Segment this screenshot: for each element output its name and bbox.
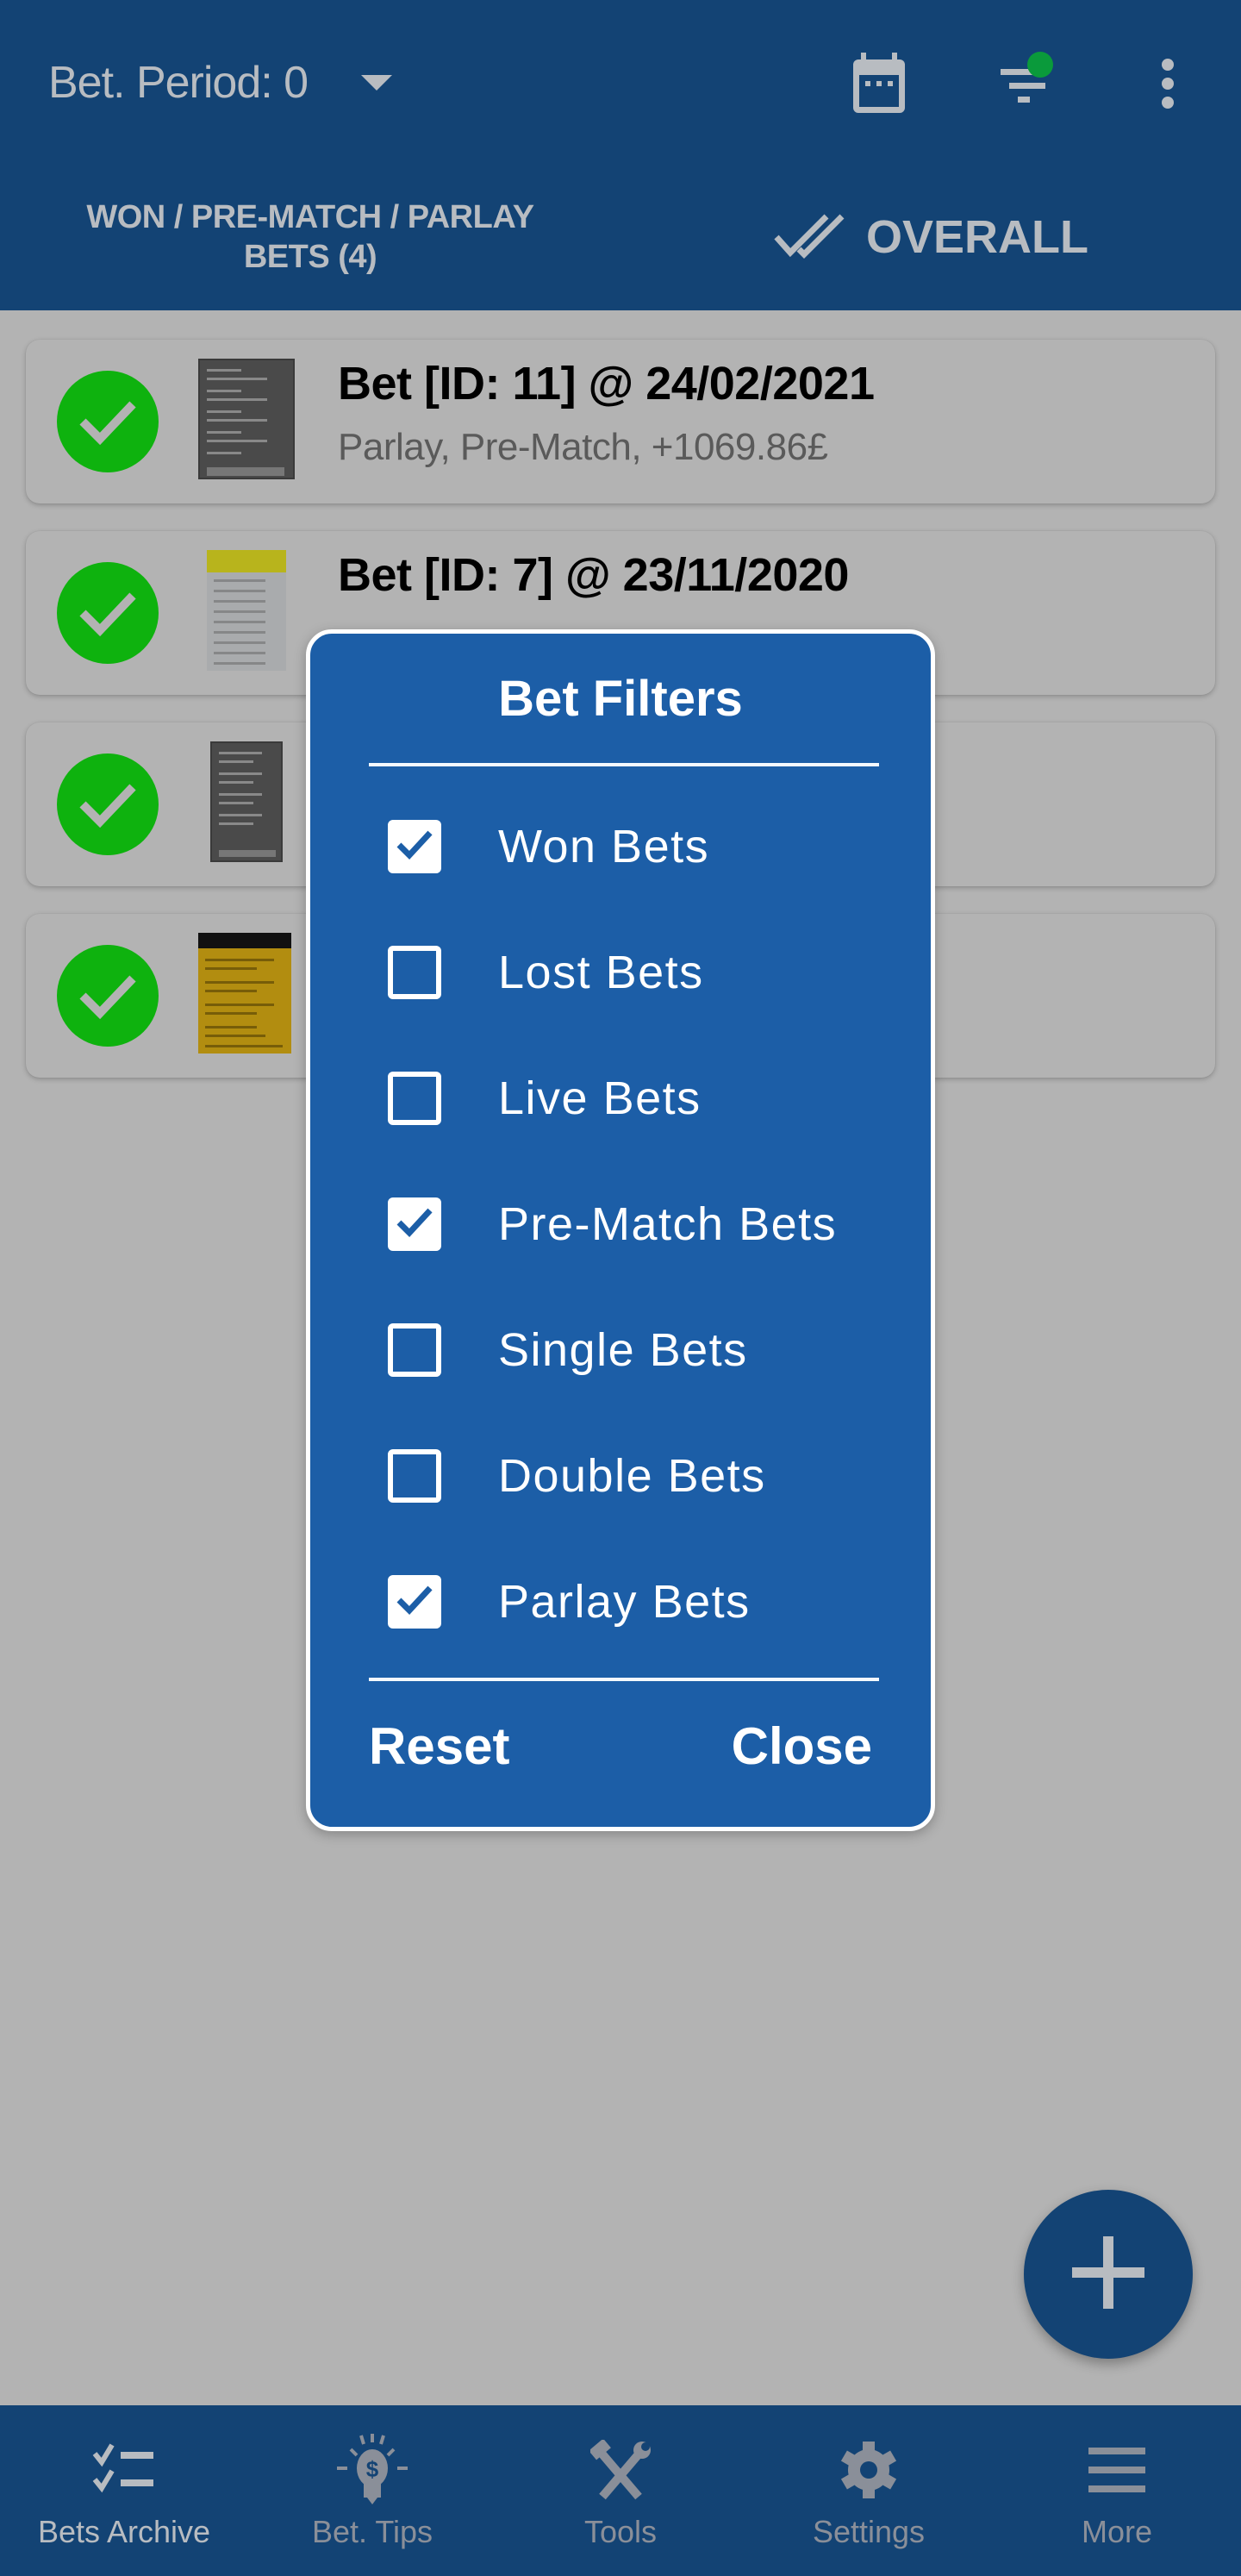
active-filter-indicator <box>1027 52 1053 78</box>
won-status-icon <box>57 562 159 664</box>
bet-period-dropdown[interactable]: Bet. Period: 0 <box>48 52 393 114</box>
bottom-navigation: Bets Archive $ Bet. Tips Tools Settings … <box>0 2405 1241 2576</box>
checkbox[interactable] <box>388 820 441 873</box>
checkbox[interactable] <box>388 946 441 999</box>
filter-live-bets[interactable]: Live Bets <box>388 1064 702 1133</box>
nav-tools[interactable]: Tools <box>496 2405 745 2576</box>
filter-label: Lost Bets <box>498 947 704 998</box>
checkbox[interactable] <box>388 1197 441 1251</box>
dialog-divider-top <box>369 763 879 766</box>
bet-slip-thumbnail <box>210 741 283 862</box>
bet-summary: Parlay, Pre-Match, +1069.86£ <box>338 426 828 468</box>
check-icon <box>396 829 433 865</box>
filter-won-bets[interactable]: Won Bets <box>388 812 709 881</box>
menu-icon <box>1078 2431 1156 2509</box>
app-bar: Bet. Period: 0 <box>0 0 1241 164</box>
tools-icon <box>582 2431 659 2509</box>
tab-bar: WON / PRE-MATCH / PARLAY BETS (4) OVERAL… <box>0 164 1241 317</box>
dropdown-caret-icon <box>361 75 393 91</box>
bet-period-label: Bet. Period: 0 <box>48 58 309 108</box>
bet-slip-thumbnail <box>207 550 286 671</box>
tab-filtered-bets-label: WON / PRE-MATCH / PARLAY BETS (4) <box>86 199 534 275</box>
svg-text:$: $ <box>366 2456 379 2482</box>
filter-label: Pre-Match Bets <box>498 1198 838 1250</box>
more-vert-icon <box>1159 58 1176 109</box>
nav-bet-tips[interactable]: $ Bet. Tips <box>248 2405 496 2576</box>
won-status-icon <box>57 371 159 472</box>
checkbox[interactable] <box>388 1323 441 1377</box>
won-status-icon <box>57 945 159 1047</box>
nav-settings[interactable]: Settings <box>745 2405 993 2576</box>
filter-label: Single Bets <box>498 1324 748 1376</box>
nav-label: Tools <box>583 2514 658 2549</box>
nav-more[interactable]: More <box>993 2405 1241 2576</box>
check-icon <box>396 1585 433 1620</box>
checkbox[interactable] <box>388 1072 441 1125</box>
nav-label: More <box>1081 2514 1153 2549</box>
tab-filtered-bets[interactable]: WON / PRE-MATCH / PARLAY BETS (4) <box>0 164 620 317</box>
tab-overall[interactable]: OVERALL <box>620 164 1241 310</box>
lightbulb-dollar-icon: $ <box>334 2431 411 2509</box>
bet-filters-dialog: Bet Filters Won Bets Lost Bets Live Bets… <box>306 629 935 1831</box>
check-icon <box>396 1207 433 1242</box>
filter-label: Live Bets <box>498 1072 702 1124</box>
active-tab-indicator <box>0 310 620 317</box>
dialog-divider-bottom <box>369 1678 879 1681</box>
bet-slip-thumbnail <box>198 933 291 1054</box>
calendar-button[interactable] <box>840 45 918 122</box>
filter-single-bets[interactable]: Single Bets <box>388 1316 748 1385</box>
close-button[interactable]: Close <box>732 1716 872 1776</box>
filter-button[interactable] <box>984 45 1062 122</box>
tab-overall-label: OVERALL <box>865 211 1088 263</box>
dialog-title: Bet Filters <box>498 671 743 727</box>
reset-button[interactable]: Reset <box>369 1716 509 1776</box>
filter-label: Double Bets <box>498 1450 766 1502</box>
nav-label: Settings <box>812 2514 926 2549</box>
checkbox[interactable] <box>388 1575 441 1629</box>
checklist-icon <box>85 2431 163 2509</box>
filter-parlay-bets[interactable]: Parlay Bets <box>388 1567 751 1636</box>
nav-bets-archive[interactable]: Bets Archive <box>0 2405 248 2576</box>
double-check-icon <box>773 211 845 264</box>
checkbox[interactable] <box>388 1449 441 1503</box>
filter-pre-match-bets[interactable]: Pre-Match Bets <box>388 1190 837 1259</box>
gear-icon <box>830 2431 907 2509</box>
filter-lost-bets[interactable]: Lost Bets <box>388 938 704 1007</box>
nav-label: Bets Archive <box>37 2514 211 2549</box>
filter-label: Parlay Bets <box>498 1576 751 1628</box>
filter-double-bets[interactable]: Double Bets <box>388 1441 766 1510</box>
calendar-icon <box>851 53 907 115</box>
plus-icon <box>1072 2235 1144 2313</box>
filter-label: Won Bets <box>498 821 710 872</box>
bet-slip-thumbnail <box>198 359 295 479</box>
won-status-icon <box>57 753 159 855</box>
nav-label: Bet. Tips <box>311 2514 433 2549</box>
bet-title: Bet [ID: 7] @ 23/11/2020 <box>338 549 849 601</box>
add-bet-button[interactable] <box>1024 2190 1193 2359</box>
more-options-button[interactable] <box>1129 45 1207 122</box>
bet-card[interactable]: Bet [ID: 11] @ 24/02/2021 Parlay, Pre-Ma… <box>26 340 1215 503</box>
bet-title: Bet [ID: 11] @ 24/02/2021 <box>338 358 875 410</box>
